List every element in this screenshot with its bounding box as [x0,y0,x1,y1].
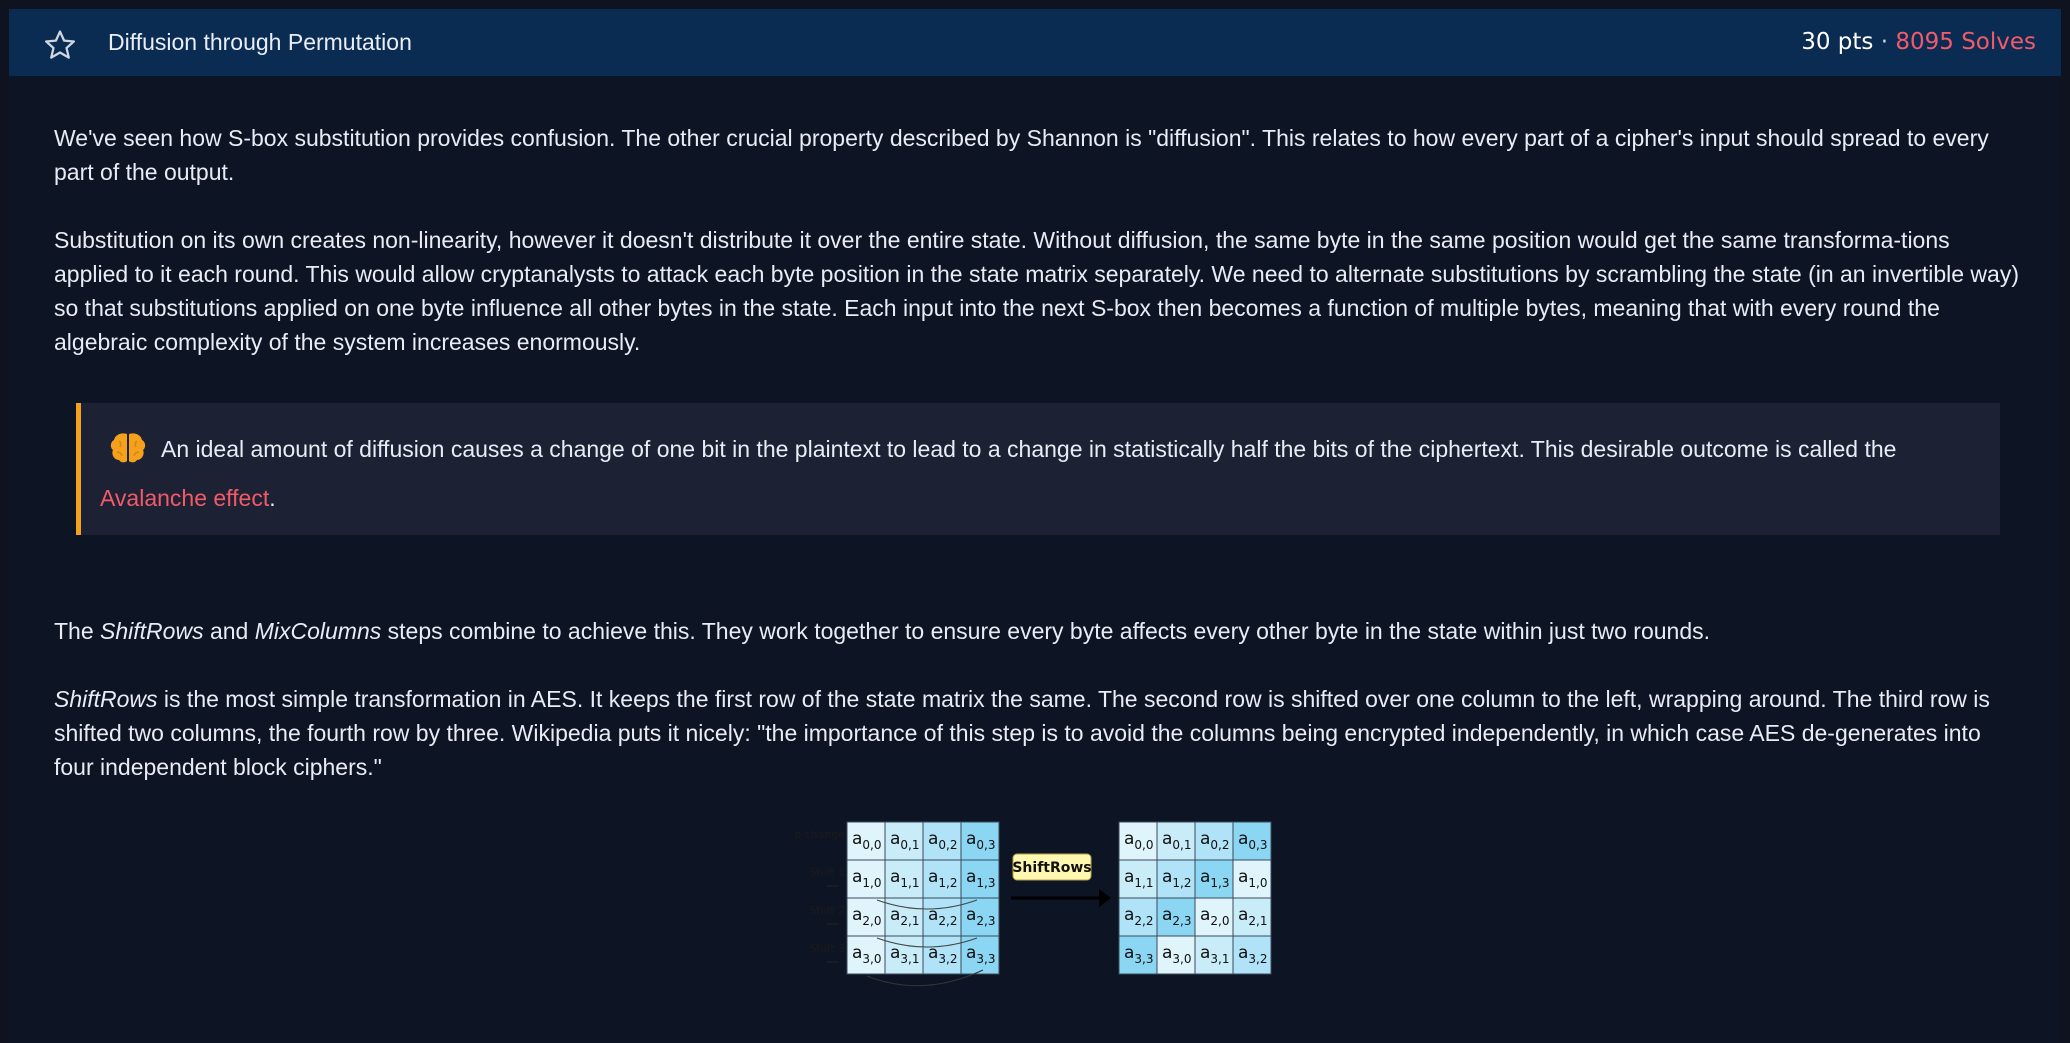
challenge-meta: 30 pts · 8095 Solves [1801,9,2036,76]
row-label-2: Shift 2 [810,904,846,917]
paragraph-diffusion-intro: We've seen how S-box substitution provid… [54,125,1989,185]
p4-shiftrows: ShiftRows [54,686,158,712]
star-outline-icon[interactable] [43,28,77,62]
callout-period: . [269,485,276,511]
transform-arrowhead [1099,889,1111,907]
shiftrows-label: ShiftRows [1012,860,1091,876]
p3-post: steps combine to achieve this. They work… [381,618,1710,644]
paragraph-shiftrows-description: ShiftRows is the most simple transformat… [54,682,2026,784]
challenge-title: Diffusion through Permutation [108,29,412,55]
p3-mid: and [203,618,255,644]
row-label-0: No change [795,828,845,841]
solves-count[interactable]: 8095 Solves [1895,29,2036,55]
p3-pre: The [54,618,101,644]
shiftrows-diagram: a0,0 a0,1 a0,2 a0,3 a1,0 a1,1 a1,2 a1,3 a2,0 a2,1… [786,818,1275,998]
p3-shiftrows: ShiftRows [100,618,204,644]
paragraph-shiftrows-mixcolumns: The ShiftRows and MixColumns steps combi… [54,614,2026,648]
meta-separator: · [1880,29,1889,55]
paragraph-substitution: Substitution on its own creates non-line… [54,227,2019,355]
row-label-1: Shift 1 [810,866,846,879]
callout-body: An ideal amount of diffusion causes a ch… [161,436,1897,462]
p3-mixcolumns: MixColumns [254,618,382,644]
avalanche-callout: An ideal amount of diffusion causes a ch… [76,403,2000,535]
avalanche-effect-link[interactable]: Avalanche effect [100,485,269,511]
row-label-3: Shift 3 [810,942,846,955]
callout-text: An ideal amount of diffusion causes a ch… [100,425,1990,523]
p4-post: is the most simple transformation in AES… [54,686,1990,780]
shiftrows-diagram-svg: a0,0 a0,1 a0,2 a0,3a1,0 a1,1 a1,2 a1,3a2,0 a2,1… [786,821,1272,987]
points-value: 30 pts [1801,29,1874,55]
challenge-header[interactable]: Diffusion through Permutation 30 pts · 8… [9,9,2061,76]
brain-icon [109,431,147,465]
